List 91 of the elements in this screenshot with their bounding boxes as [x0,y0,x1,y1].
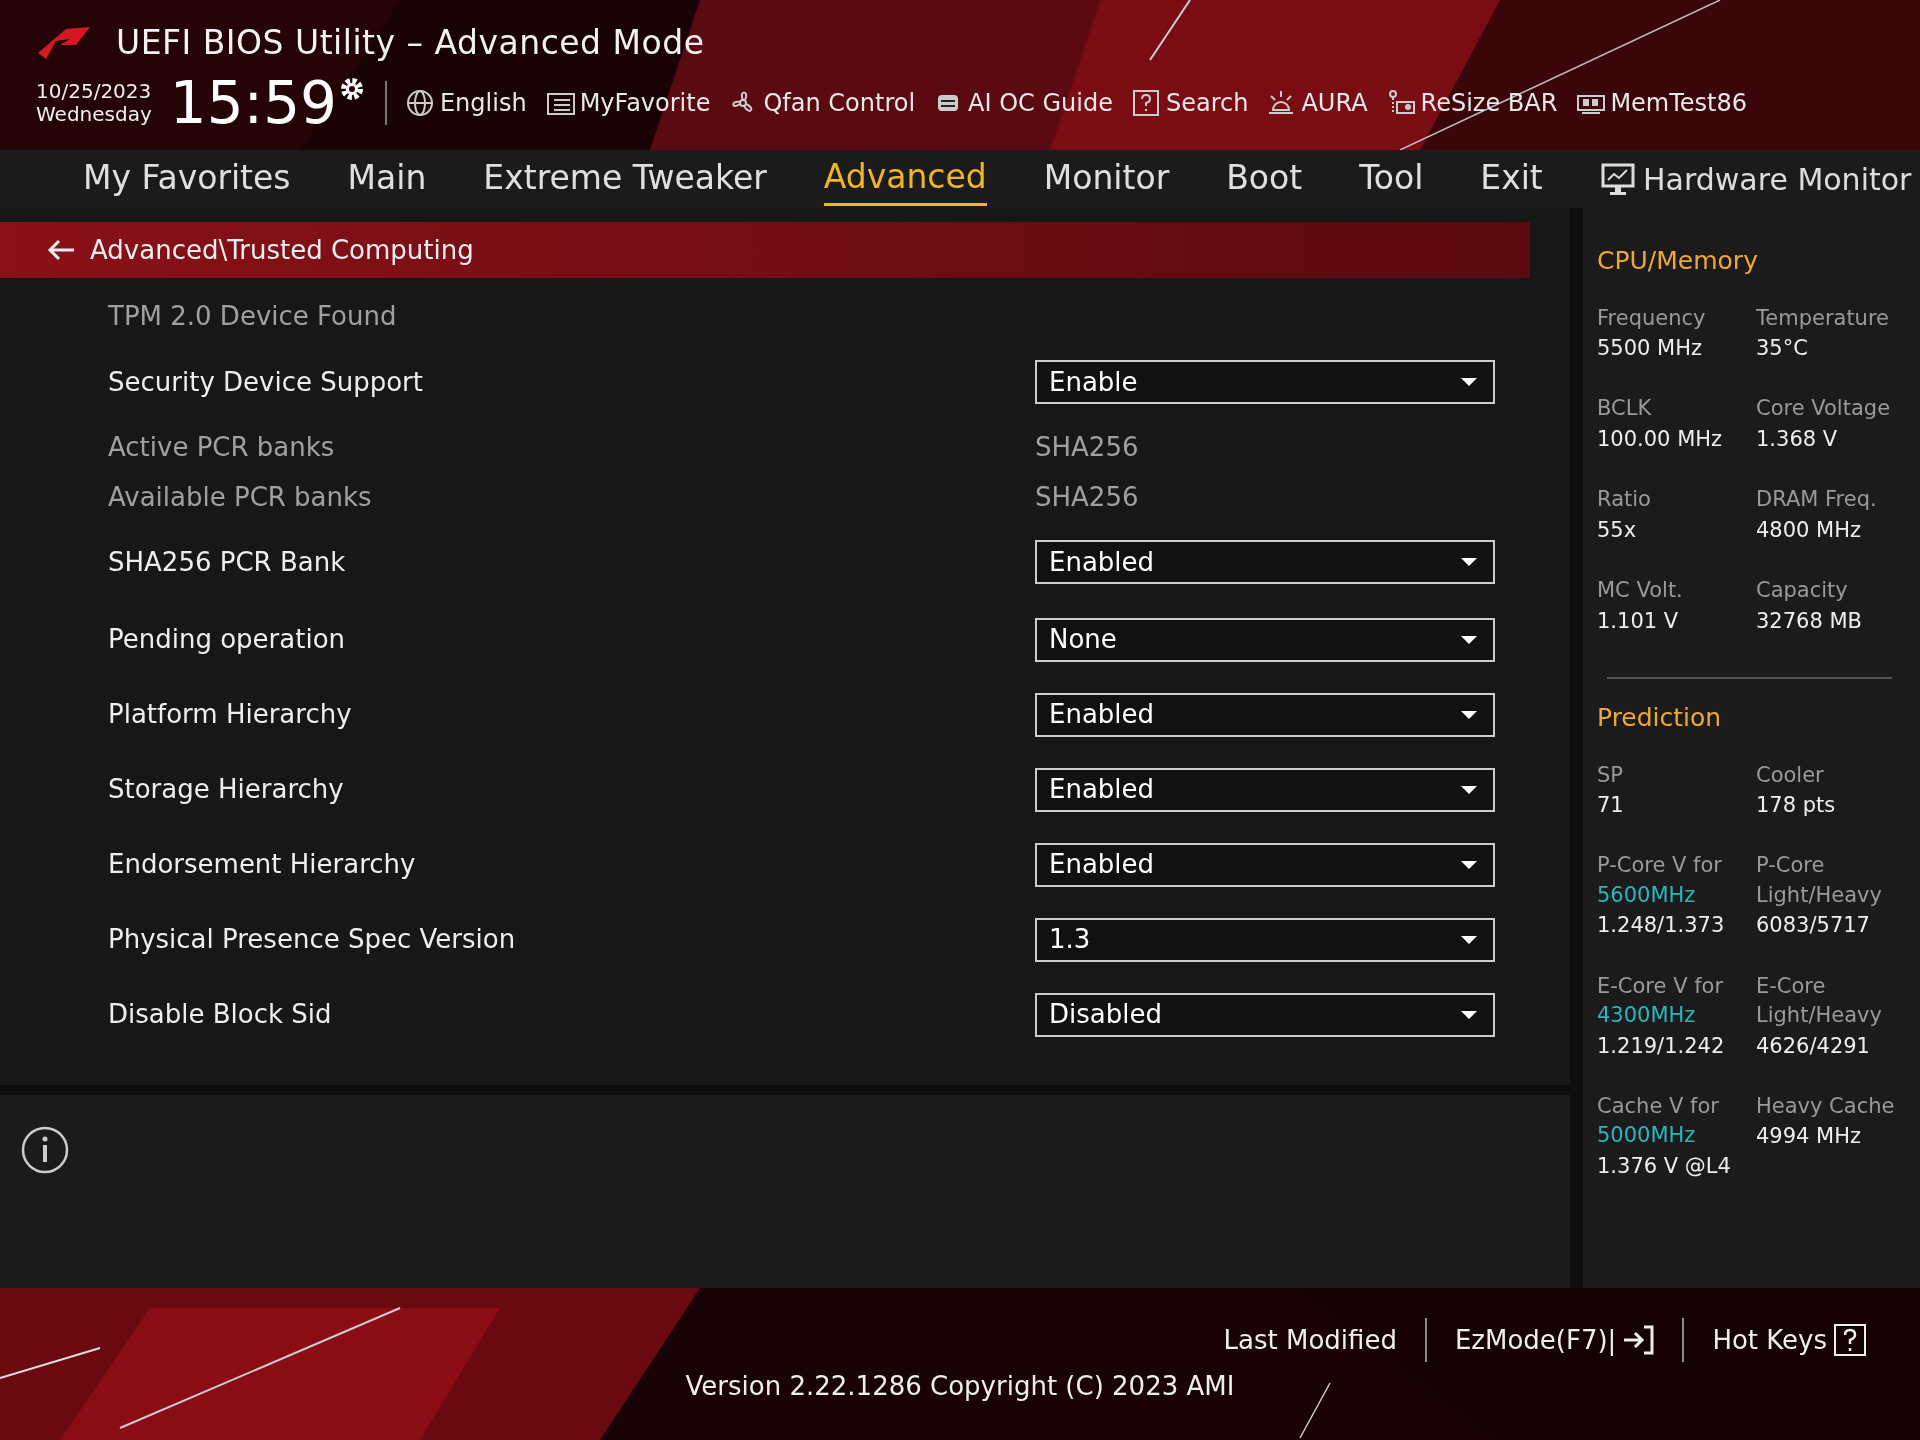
setting-label: Security Device Support [108,365,424,399]
frequency-text: 5600MHz [1597,881,1697,909]
toolbar-button[interactable]: AI OC Guide [933,84,1113,121]
dropdown-value: 1.3 [1049,923,1091,956]
clock-text: 15:59 [169,73,337,132]
note-text: TPM 2.0 Device Found [108,299,398,333]
toolbar-button[interactable]: MemTest86 [1575,84,1748,121]
dropdown[interactable]: Enabled [1035,842,1495,887]
setting-value: SHA256 [1035,480,1139,514]
setting-label: Endorsement Hierarchy [108,848,417,881]
dropdown-value: Enabled [1049,848,1155,881]
stat-label: BCLK [1597,395,1653,423]
stat-label: MC Volt. [1597,577,1684,605]
menu-tab[interactable]: Extreme Tweaker [483,153,767,205]
stat-label: E-Core V for [1597,972,1725,1000]
setting-label: Physical Presence Spec Version [108,923,517,956]
setting-label: Disable Block Sid [108,998,333,1031]
stat-value: 100.00 MHz [1597,425,1724,453]
toolbar-button[interactable]: English [404,84,527,121]
stat-label: Core Voltage [1756,395,1892,423]
version-text: Version 2.22.1286 Copyright (C) 2023 AMI [684,1370,1236,1403]
breadcrumb-text: Advanced\Trusted Computing [90,233,474,267]
dropdown-value: Enable [1049,365,1138,399]
stat-value: 32768 MB [1756,607,1863,635]
stat-label: Temperature [1756,304,1891,332]
stat-label: Capacity [1756,577,1849,605]
stat-label: Cache V for [1597,1093,1720,1120]
dropdown-value: Enabled [1049,773,1155,806]
panel-title: Hardware Monitor [1643,160,1912,199]
stat-label: P-Core Light/Heavy [1756,852,1883,909]
menu-tab[interactable]: My Favorites [83,153,291,205]
dropdown-value: None [1049,623,1117,656]
stat-value: 71 [1597,791,1625,819]
stat-label: E-Core Light/Heavy [1756,972,1883,1030]
stat-value: 1.219/1.242 [1597,1032,1726,1060]
dropdown[interactable]: Enabled [1035,540,1495,584]
menu-tab[interactable]: Exit [1480,153,1543,205]
dropdown-value: Enabled [1049,698,1155,731]
stat-label: Ratio [1597,486,1652,514]
footer-button[interactable]: EzMode(F7)| [1426,1320,1683,1360]
menu-tab[interactable]: Tool [1359,153,1424,205]
toolbar-button[interactable]: Qfan Control [728,84,916,121]
section-title: Prediction [1597,702,1723,735]
stat-label: Heavy Cache [1756,1093,1896,1120]
frequency-text: 5000MHz [1597,1122,1697,1150]
stat-value: 6083/5717 [1756,912,1871,940]
dropdown[interactable]: Enable [1035,360,1495,404]
stat-value: 1.248/1.373 [1597,912,1726,940]
dropdown[interactable]: Enabled [1035,692,1495,737]
stat-value: 4994 MHz [1756,1123,1863,1151]
footer-button[interactable]: Hot Keys [1684,1320,1895,1360]
frequency-text: 4300MHz [1597,1002,1697,1030]
stat-value: 1.376 V @L4 [1597,1152,1732,1180]
dropdown-value: Disabled [1049,998,1162,1031]
stat-value: 35°C [1756,334,1809,362]
stat-value: 4800 MHz [1756,516,1863,544]
setting-label: Active PCR banks [108,430,336,464]
stat-value: 1.101 V [1597,607,1680,635]
stat-label: Cooler [1756,761,1825,789]
stat-label: Frequency [1597,304,1707,332]
toolbar-button[interactable]: AURA [1266,84,1368,121]
date-text: 10/25/2023 [36,79,152,103]
dropdown[interactable]: 1.3 [1035,917,1495,962]
dropdown-value: Enabled [1049,545,1155,579]
dropdown[interactable]: Enabled [1035,767,1495,812]
toolbar-button[interactable]: Search [1131,84,1249,121]
setting-value: SHA256 [1035,430,1139,464]
setting-label: Available PCR banks [108,480,373,514]
stat-value: 178 pts [1756,791,1837,819]
stat-value: 5500 MHz [1597,334,1704,362]
setting-label: Pending operation [108,623,347,656]
stat-label: DRAM Freq. [1756,486,1878,514]
stat-value: 55x [1597,516,1638,544]
setting-label: Platform Hierarchy [108,698,353,731]
dropdown[interactable]: Disabled [1035,992,1495,1037]
window-title: UEFI BIOS Utility – Advanced Mode [116,22,705,64]
section-title: CPU/Memory [1597,245,1759,277]
dropdown[interactable]: None [1035,617,1495,662]
toolbar-button[interactable]: ReSize BAR [1385,84,1558,121]
stat-label: P-Core V for [1597,852,1723,880]
toolbar-button[interactable]: MyFavorite [544,84,711,121]
menu-tab[interactable]: Main [347,153,427,205]
stat-label: SP [1597,761,1624,789]
setting-label: SHA256 PCR Bank [108,545,347,579]
footer-button[interactable]: Last Modified [1195,1320,1425,1360]
stat-value: 4626/4291 [1756,1032,1871,1060]
day-text: Wednesday [36,102,152,126]
stat-value: 1.368 V [1756,425,1839,453]
menu-tab[interactable]: Monitor [1043,153,1170,205]
menu-tab[interactable]: Boot [1226,153,1303,205]
setting-label: Storage Hierarchy [108,773,345,806]
